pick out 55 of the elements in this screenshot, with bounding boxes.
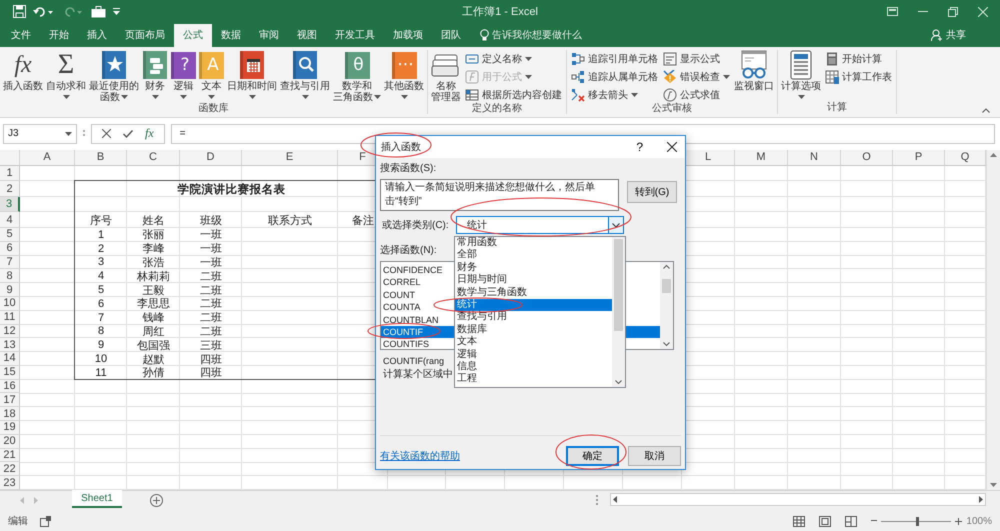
mode-text: 编辑 bbox=[8, 514, 28, 528]
table-cell-text: 3 bbox=[96, 256, 106, 270]
table-title: 学院演讲比赛报名表 bbox=[176, 182, 286, 197]
table-cell-text: 二班 bbox=[199, 270, 223, 284]
table-cell-text: 二班 bbox=[199, 324, 223, 338]
table-cell-text: 张浩 bbox=[142, 256, 166, 270]
table-cell-text: 二班 bbox=[199, 284, 223, 297]
table-cell-text: 赵默 bbox=[142, 352, 166, 366]
table-cell-text: 一班 bbox=[199, 228, 223, 242]
table-cell-text: 王毅 bbox=[142, 284, 166, 297]
table-header-cell-text: 班级 bbox=[199, 214, 223, 228]
function-description: 计算某个区域中 bbox=[382, 368, 453, 382]
book-icon: ? bbox=[171, 52, 196, 79]
table-cell-text: 包国强 bbox=[136, 338, 171, 352]
book-icon: ··· bbox=[392, 52, 416, 79]
group-label: 计算 bbox=[826, 102, 848, 114]
group-label: 公式审核 bbox=[651, 102, 693, 115]
table-cell-text: 11 bbox=[94, 366, 108, 380]
table-cell-text: 8 bbox=[96, 324, 106, 338]
table-cell-text: 1 bbox=[96, 228, 106, 242]
table-cell-text: 一班 bbox=[199, 242, 223, 256]
table-header-cell-text: 姓名 bbox=[142, 214, 166, 228]
table-cell-text: 四班 bbox=[199, 366, 223, 380]
function-icon: fx bbox=[14, 51, 32, 80]
table-header-cell-text: 联系方式 bbox=[267, 214, 313, 228]
table-cell-text: 7 bbox=[96, 310, 106, 324]
table-cell-text: 孙倩 bbox=[142, 366, 166, 380]
table-cell-text: 三班 bbox=[199, 338, 223, 352]
table-cell-text: 李思思 bbox=[136, 297, 171, 311]
table-cell-text: 李峰 bbox=[142, 242, 166, 256]
table-cell-text: 2 bbox=[96, 242, 106, 256]
group-label: 定义的名称 bbox=[471, 102, 523, 115]
table-cell-text: 4 bbox=[96, 269, 106, 284]
table-cell-text: 二班 bbox=[199, 297, 223, 311]
table-cell-text: 6 bbox=[96, 296, 106, 311]
table-cell-text: 周红 bbox=[142, 324, 166, 338]
function-list-label: 选择函数(N): bbox=[380, 244, 437, 258]
book-icon: θ bbox=[344, 52, 370, 79]
table-header-cell-text: 备注 bbox=[351, 214, 375, 228]
book-icon: A bbox=[199, 52, 224, 79]
table-cell-text: 10 bbox=[94, 352, 108, 366]
function-syntax: COUNTIF(rang bbox=[382, 355, 444, 368]
table-cell-text: 张丽 bbox=[142, 228, 166, 242]
sum-icon: Σ bbox=[58, 50, 74, 80]
table-cell-text: 5 bbox=[96, 283, 106, 297]
table-cell-text: 四班 bbox=[199, 352, 223, 366]
table-cell-text: 9 bbox=[96, 338, 106, 352]
table-cell-text: 林莉莉 bbox=[136, 270, 171, 284]
table-cell-text: 一班 bbox=[199, 256, 223, 270]
table-cell-text: 二班 bbox=[199, 311, 223, 324]
table-header-cell-text: 序号 bbox=[89, 214, 113, 228]
window-title: 工作簿1 - Excel bbox=[462, 5, 538, 20]
group-label: 函数库 bbox=[198, 102, 230, 115]
table-cell-text: 钱峰 bbox=[142, 311, 166, 324]
category-label: 或选择类别(C): bbox=[381, 218, 450, 232]
